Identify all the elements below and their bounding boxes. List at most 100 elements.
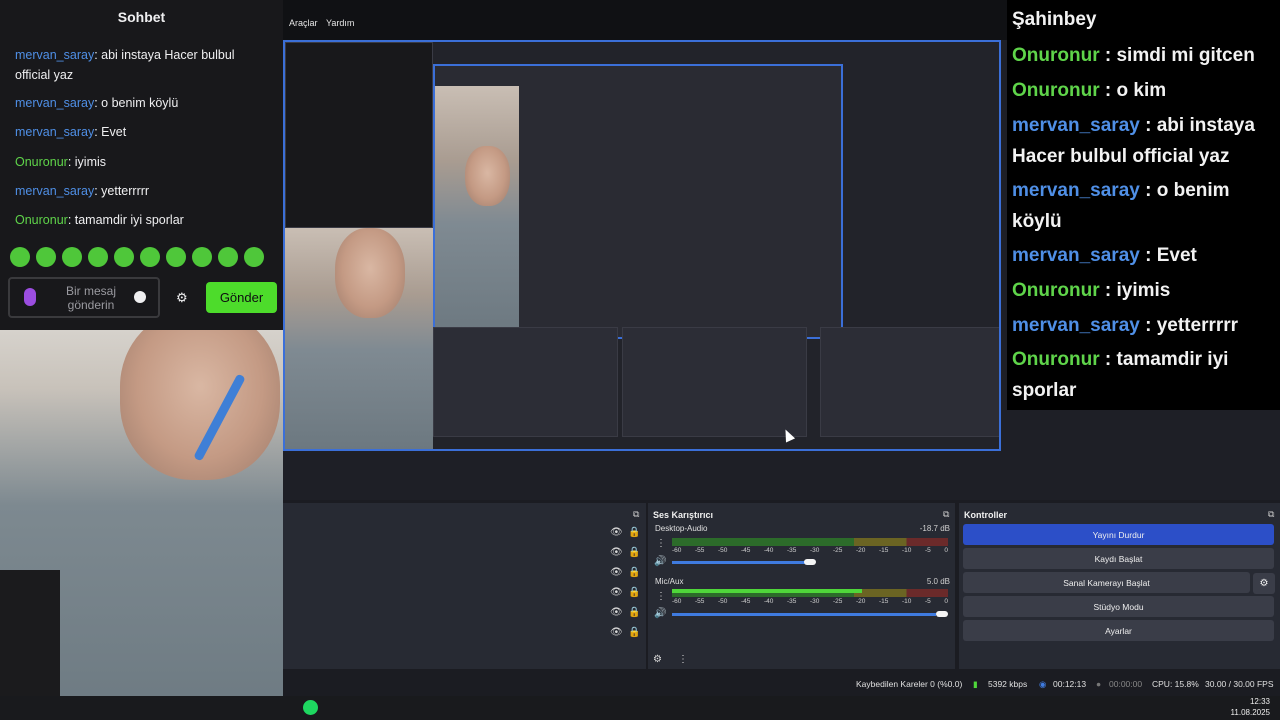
chat-message: mervan_saray: abi instaya Hacer bulbul o… <box>15 45 270 85</box>
gear-icon[interactable]: ⚙ <box>176 290 188 306</box>
chat-message: mervan_saray : o benim köylü <box>1012 175 1274 237</box>
channel-db: -18.7 dB <box>919 524 950 533</box>
send-button[interactable]: Gönder <box>206 282 277 313</box>
lock-icon[interactable]: 🔒 <box>628 627 640 638</box>
chat-message: Onuronur: iyimis <box>15 152 270 172</box>
emote-icon[interactable] <box>88 247 108 267</box>
volume-knob[interactable] <box>936 611 948 617</box>
channel-db: 5.0 dB <box>926 577 950 586</box>
lock-icon[interactable]: 🔒 <box>628 527 640 538</box>
webcam-feed <box>0 330 283 720</box>
emote-icon[interactable] <box>62 247 82 267</box>
chat-message: mervan_saray : yetterrrrr <box>1012 310 1274 341</box>
menu-help[interactable]: Yardım <box>326 18 354 28</box>
nested-mixer <box>622 327 807 437</box>
channel-menu-icon[interactable]: ⋮ <box>656 591 666 602</box>
clock-time: 12:33 <box>1249 697 1270 706</box>
eye-icon[interactable]: 👁 <box>610 567 623 578</box>
studio-mode-button[interactable]: Stüdyo Modu <box>963 596 1274 617</box>
menu-tools[interactable]: Araçlar <box>289 18 318 28</box>
chat-text: : Evet <box>1139 245 1197 266</box>
eye-icon[interactable]: 👁 <box>610 527 623 538</box>
emote-icon[interactable] <box>244 247 264 267</box>
eye-hidden-icon[interactable]: 👁 <box>610 607 623 618</box>
chat-text: : o kim <box>1099 80 1167 101</box>
emote-icon[interactable] <box>166 247 186 267</box>
signal-icon: ▮ <box>973 679 978 689</box>
channel-title: Şahinbey <box>1012 9 1097 30</box>
controls-panel: Kontroller ⧉ Yayını Durdur Kaydı Başlat … <box>959 503 1280 669</box>
emoji-icon[interactable] <box>134 291 146 303</box>
nested-chat <box>285 42 433 228</box>
mixer-menu-icon[interactable]: ⋮ <box>678 654 688 665</box>
chat-username: mervan_saray <box>1012 315 1140 336</box>
chat-username[interactable]: Onuronur <box>15 213 68 227</box>
chat-text: : iyimis <box>1099 280 1171 301</box>
popout-icon[interactable]: ⧉ <box>1268 509 1274 520</box>
volume-slider[interactable] <box>672 561 808 564</box>
sources-panel: ⧉ 👁 🔒 👁 🔒 👁 🔒 👁 🔒 👁 🔒 👁 🔒 <box>283 503 646 669</box>
chat-text: : o benim köylü <box>94 96 179 110</box>
stream-icon: ◉ <box>1039 679 1047 689</box>
advanced-audio-icon[interactable]: ⚙ <box>653 654 662 665</box>
lock-icon[interactable]: 🔒 <box>628 607 640 618</box>
chat-username[interactable]: Onuronur <box>15 155 68 169</box>
emote-icon[interactable] <box>218 247 238 267</box>
emote-icon[interactable] <box>10 247 30 267</box>
level-meter <box>672 538 948 546</box>
channel-menu-icon[interactable]: ⋮ <box>656 538 666 549</box>
emote-icon[interactable] <box>36 247 56 267</box>
left-chat-overlay: Sohbet mervan_saray: abi instaya Hacer b… <box>0 0 283 330</box>
lock-icon[interactable]: 🔒 <box>628 587 640 598</box>
right-chat-overlay: Şahinbey Onuronur : simdi mi gitcen Onur… <box>1007 0 1280 410</box>
emote-icon[interactable] <box>114 247 134 267</box>
virtual-camera-settings-icon[interactable]: ⚙ <box>1253 573 1275 594</box>
speaker-icon[interactable]: 🔊 <box>654 608 666 619</box>
chat-username: Onuronur <box>1012 349 1100 370</box>
eye-icon[interactable]: 👁 <box>610 587 623 598</box>
spotify-icon[interactable] <box>303 700 318 715</box>
nested-webcam <box>285 228 433 449</box>
emote-icon[interactable] <box>140 247 160 267</box>
controls-title: Kontroller <box>964 510 1008 520</box>
chat-username[interactable]: mervan_saray <box>15 48 94 62</box>
meter-scale: -60 -55 -50 -45 -40 -35 -30 -25 -20 -15 -10 -5 0 <box>672 547 948 554</box>
stop-stream-button[interactable]: Yayını Durdur <box>963 524 1274 545</box>
chat-message: Onuronur: tamamdir iyi sporlar <box>15 210 270 230</box>
chat-username[interactable]: mervan_saray <box>15 125 94 139</box>
clock-date: 11.08.2025 <box>1230 708 1270 717</box>
chat-text: : yetterrrrr <box>1139 315 1239 336</box>
chat-text: : yetterrrrr <box>94 184 150 198</box>
audio-mixer-panel: Ses Karıştırıcı ⧉ Desktop-Audio -18.7 dB… <box>648 503 955 669</box>
settings-button[interactable]: Ayarlar <box>963 620 1274 641</box>
start-virtual-camera-button[interactable]: Sanal Kamerayı Başlat <box>963 572 1250 593</box>
chat-message: mervan_saray: o benim köylü <box>15 93 270 113</box>
popout-icon[interactable]: ⧉ <box>943 509 949 520</box>
chat-message-input[interactable]: Bir mesaj gönderin <box>8 277 160 318</box>
emote-bar <box>10 247 264 267</box>
lock-icon[interactable]: 🔒 <box>628 547 640 558</box>
emote-icon[interactable] <box>192 247 212 267</box>
chat-text: : tamamdir iyi sporlar <box>67 213 184 227</box>
chat-username[interactable]: mervan_saray <box>15 184 94 198</box>
volume-knob[interactable] <box>804 559 816 565</box>
chat-username[interactable]: mervan_saray <box>15 96 94 110</box>
chat-username: mervan_saray <box>1012 245 1140 266</box>
eye-icon[interactable]: 👁 <box>610 547 623 558</box>
mic-icon[interactable] <box>24 288 36 306</box>
program-preview[interactable] <box>283 40 1001 451</box>
eye-icon[interactable]: 👁 <box>610 627 623 638</box>
cpu-usage: CPU: 15.8% <box>1152 679 1199 689</box>
level-meter-live <box>672 589 862 593</box>
chat-input-placeholder: Bir mesaj gönderin <box>65 284 116 312</box>
speaker-icon[interactable]: 🔊 <box>654 556 666 567</box>
chat-username: Onuronur <box>1012 280 1100 301</box>
lock-icon[interactable]: 🔒 <box>628 567 640 578</box>
volume-slider[interactable] <box>672 613 936 616</box>
start-record-button[interactable]: Kaydı Başlat <box>963 548 1274 569</box>
popout-icon[interactable]: ⧉ <box>633 509 639 520</box>
chat-text: : simdi mi gitcen <box>1099 45 1255 66</box>
chat-message: mervan_saray : abi instaya Hacer bulbul … <box>1012 110 1274 172</box>
chat-message: Onuronur : o kim <box>1012 75 1274 106</box>
chat-text: : iyimis <box>67 155 107 169</box>
